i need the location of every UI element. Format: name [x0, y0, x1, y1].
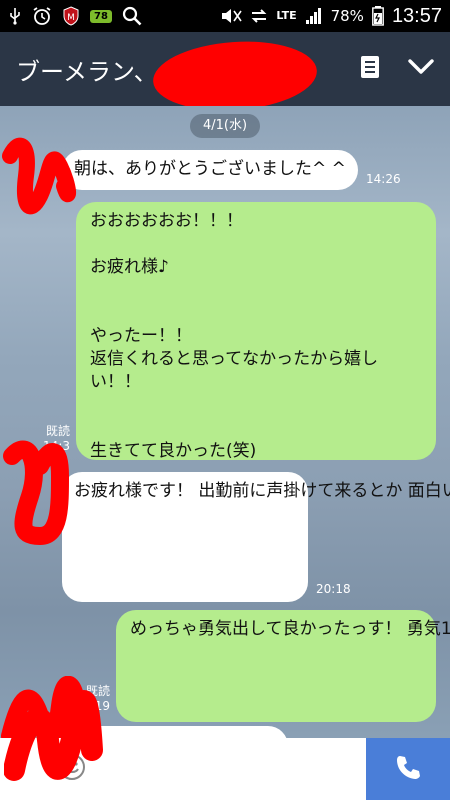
message-bubble-incoming[interactable]: 朝は、ありがとうございました^ ^ [62, 150, 358, 190]
chat-title: ブーメラン、 [16, 57, 158, 86]
chat-area[interactable]: 4/1(水) 朝は、ありがとうございました^ ^ 14:26 おおおおおお！！！… [0, 106, 450, 738]
sync-icon [250, 7, 268, 25]
notes-icon[interactable] [360, 55, 380, 83]
mcafee-icon: M [62, 6, 80, 26]
signal-icon [305, 7, 323, 25]
redaction-mark [2, 137, 77, 215]
call-button[interactable] [366, 738, 450, 800]
search-icon [122, 6, 142, 26]
message-bubble-incoming[interactable]: お疲れ様です！ 出勤前に声掛けて来るとか 面白い人だな と思ったんで(￣ー￣)笑 [62, 472, 450, 602]
message-bubble-outgoing[interactable]: おおおおおお！！！ お疲れ様♪ やったー！！ 返信くれると思ってなかったから嬉し… [76, 202, 436, 461]
mute-icon [220, 7, 243, 25]
clock: 13:57 [391, 4, 442, 27]
svg-text:M: M [67, 13, 75, 23]
phone-icon [394, 753, 422, 785]
chevron-down-icon[interactable] [408, 58, 434, 80]
battery-percent: 78% [330, 7, 364, 25]
redaction-mark [3, 440, 70, 546]
message-time: 20:18 [316, 582, 351, 596]
redaction-mark [4, 690, 103, 781]
date-separator: 4/1(水) [190, 114, 260, 138]
battery-icon [372, 6, 384, 26]
message-bubble-outgoing[interactable]: めっちゃ勇気出して良かったっす！ 勇気100%ですわ(笑) 仕事終わった感じ？ [116, 610, 450, 722]
usb-icon [8, 7, 22, 25]
status-bar: M 78 LTE 78% 13:57 [0, 0, 450, 32]
message-time: 14:26 [366, 172, 401, 186]
app-badge-icon: 78 [90, 9, 112, 23]
network-type: LTE [276, 9, 297, 22]
alarm-icon [32, 6, 52, 26]
